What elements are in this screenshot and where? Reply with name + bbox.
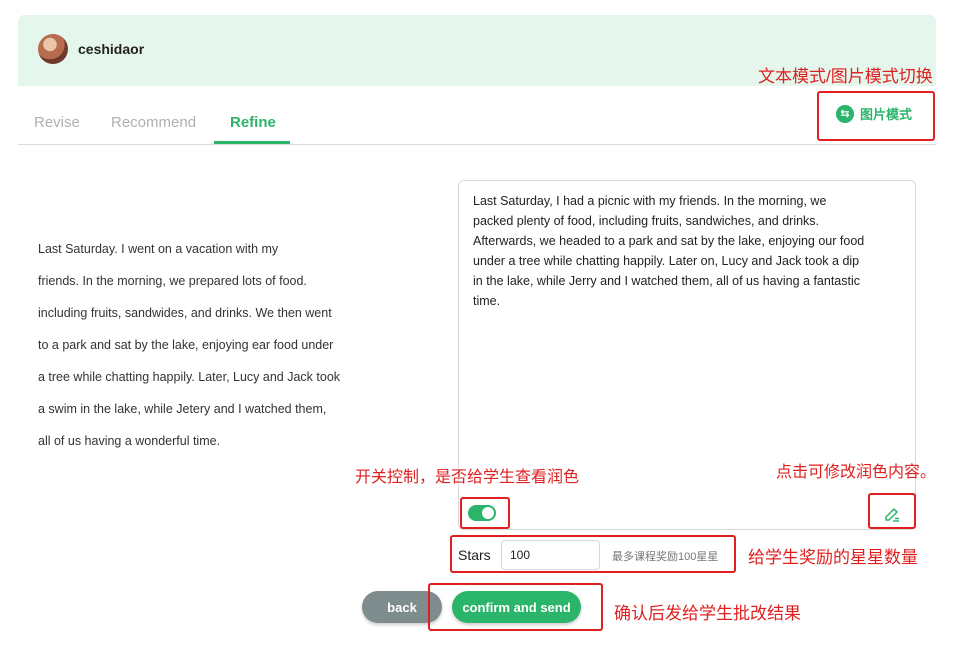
- refined-essay: Last Saturday, I had a picnic with my fr…: [473, 191, 903, 311]
- refined-line: under a tree while chatting happily. Lat…: [473, 254, 860, 268]
- original-line: friends. In the morning, we prepared lot…: [38, 274, 307, 288]
- refined-line: in the lake, while Jerry and I watched t…: [473, 274, 861, 288]
- annotation-box-mode: [817, 91, 935, 141]
- original-line: to a park and sat by the lake, enjoying …: [38, 338, 334, 352]
- original-line: a tree while chatting happily. Later, Lu…: [38, 370, 341, 384]
- annotation-box-confirm: [428, 583, 603, 631]
- annotation-edit: 点击可修改润色内容。: [776, 464, 937, 481]
- refined-line: packed plenty of food, including fruits,…: [473, 214, 820, 228]
- annotation-confirm: 确认后发给学生批改结果: [614, 604, 801, 623]
- annotation-box-stars: [450, 535, 736, 573]
- refined-line: Afterwards, we headed to a park and sat …: [473, 234, 865, 248]
- annotation-stars: 给学生奖励的星星数量: [748, 548, 918, 567]
- tab-bar: Revise Recommend Refine: [18, 108, 936, 145]
- original-essay: Last Saturday. I went on a vacation with…: [38, 233, 398, 457]
- tab-refine[interactable]: Refine: [230, 114, 276, 131]
- tab-recommend[interactable]: Recommend: [111, 114, 196, 131]
- refined-line: time.: [473, 294, 501, 308]
- original-line: including fruits, sandwides, and drinks.…: [38, 306, 332, 320]
- annotation-box-edit: [868, 493, 916, 529]
- refined-line: Last Saturday, I had a picnic with my fr…: [473, 194, 827, 208]
- username: ceshidaor: [78, 41, 145, 57]
- original-line: a swim in the lake, while Jetery and I w…: [38, 402, 327, 416]
- avatar: [38, 34, 68, 64]
- annotation-mode-switch: 文本模式/图片模式切换: [758, 67, 933, 86]
- annotation-box-toggle: [460, 497, 510, 529]
- active-tab-indicator: [214, 141, 290, 144]
- original-line: all of us having a wonderful time.: [38, 434, 221, 448]
- original-line: Last Saturday. I went on a vacation with…: [38, 242, 279, 256]
- annotation-toggle: 开关控制，是否给学生查看润色: [355, 469, 580, 486]
- tab-revise[interactable]: Revise: [34, 114, 80, 131]
